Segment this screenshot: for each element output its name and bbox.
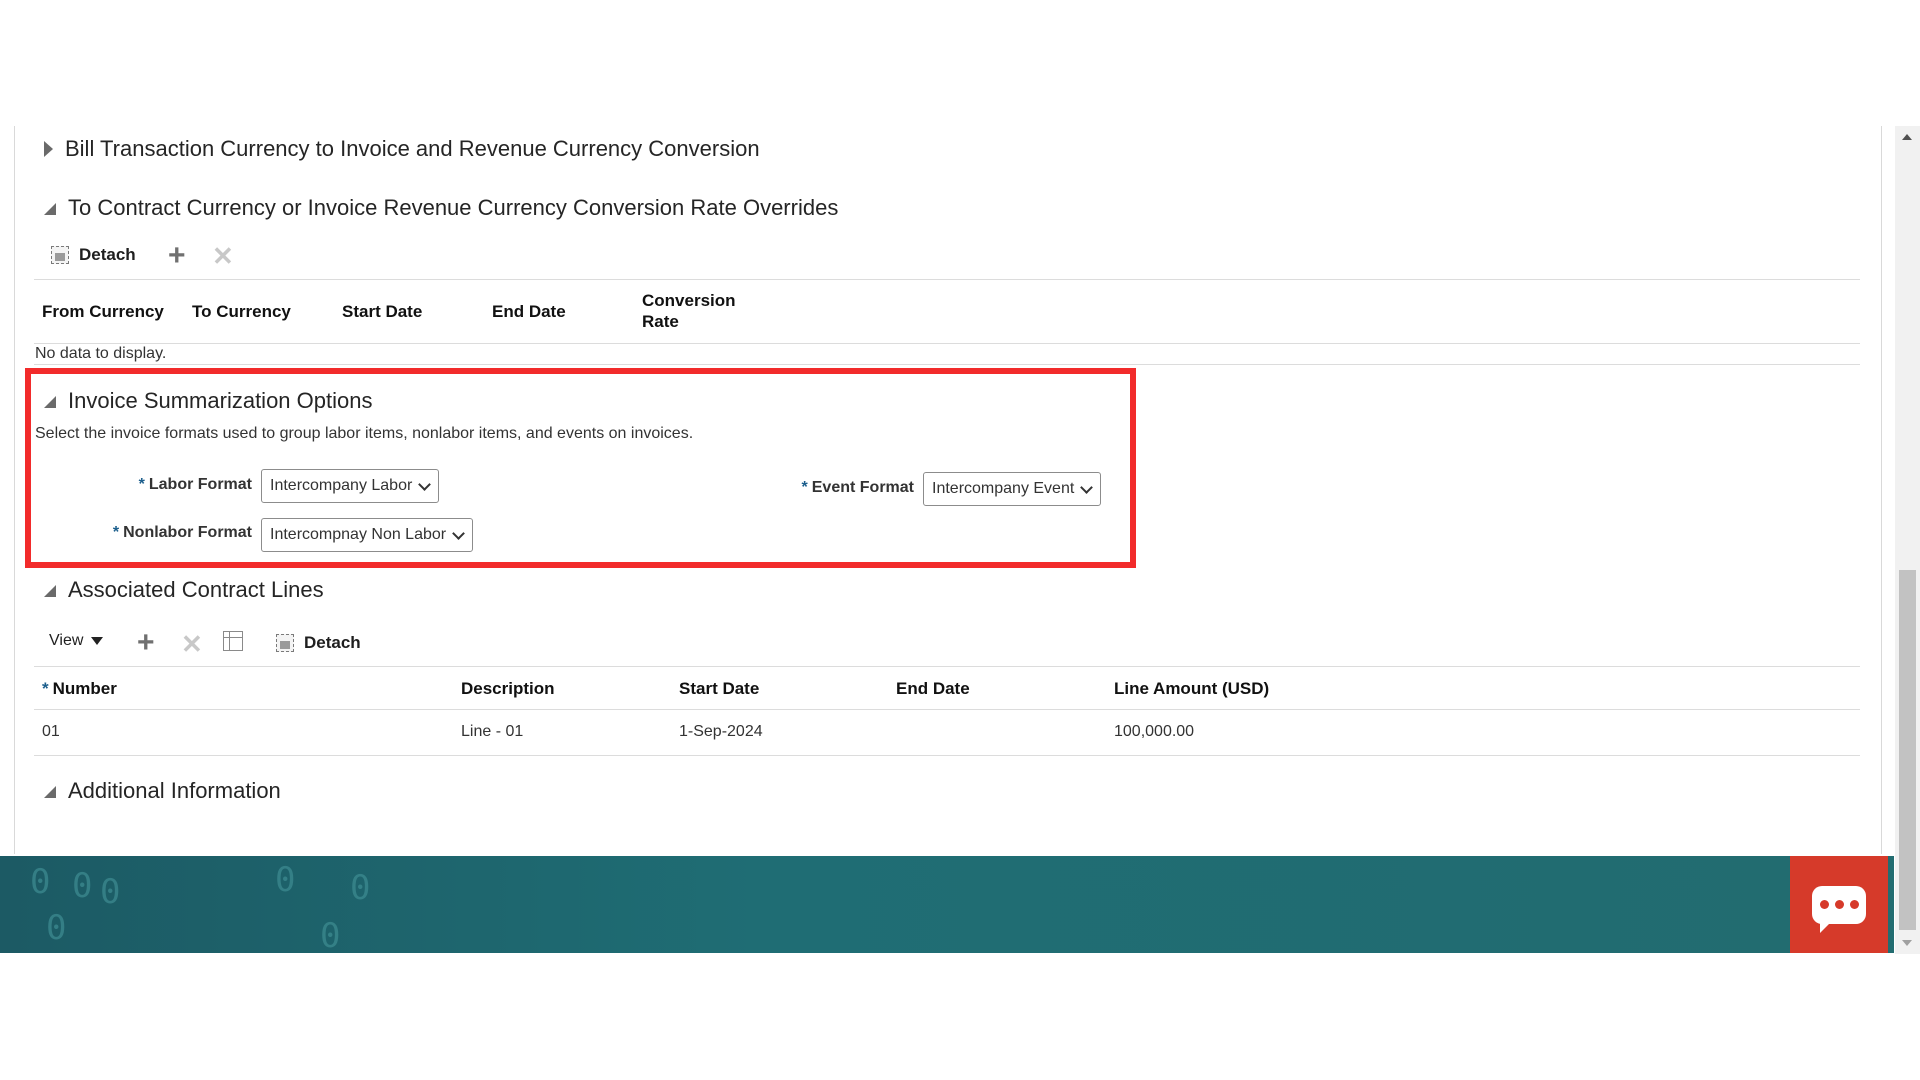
detach-button[interactable]: Detach: [276, 633, 361, 653]
required-marker: *: [42, 679, 49, 698]
chat-button[interactable]: [1790, 856, 1888, 953]
divider: [34, 343, 1860, 344]
empty-table-message: No data to display.: [35, 345, 167, 362]
caret-down-icon: [91, 637, 104, 645]
scroll-up-icon[interactable]: [1902, 134, 1912, 140]
column-end-date[interactable]: End Date: [492, 301, 566, 322]
divider: [34, 666, 1860, 667]
section-rate-overrides-header[interactable]: To Contract Currency or Invoice Revenue …: [44, 195, 838, 221]
decor: 0: [350, 868, 371, 908]
collapse-down-icon[interactable]: [44, 203, 56, 215]
detach-icon: [51, 246, 69, 264]
section-title: To Contract Currency or Invoice Revenue …: [68, 195, 839, 220]
decor: 0: [30, 862, 51, 902]
column-conversion-rate[interactable]: Conversion Rate: [642, 290, 736, 332]
decor: 0: [72, 866, 93, 906]
column-label: Number: [52, 679, 117, 698]
column-end-date[interactable]: End Date: [896, 678, 970, 699]
column-number[interactable]: * Number: [42, 678, 117, 699]
column-description[interactable]: Description: [461, 678, 555, 699]
divider: [34, 364, 1860, 365]
decor: 0: [100, 872, 121, 912]
section-title: Bill Transaction Currency to Invoice and…: [65, 136, 760, 161]
column-label-line: Conversion: [642, 291, 736, 310]
scroll-down-icon[interactable]: [1902, 940, 1912, 946]
collapse-down-icon[interactable]: [44, 786, 56, 798]
column-line-amount[interactable]: Line Amount (USD): [1114, 678, 1269, 699]
cell-description: Line - 01: [461, 723, 524, 740]
divider: [34, 709, 1860, 710]
cell-number: 01: [42, 723, 60, 740]
decor: 0: [320, 916, 341, 953]
delete-icon[interactable]: ✕: [181, 631, 203, 657]
column-from-currency[interactable]: From Currency: [42, 301, 164, 322]
highlight-box: [25, 368, 1136, 568]
view-label: View: [49, 632, 84, 649]
detach-label: Detach: [304, 633, 361, 652]
view-menu[interactable]: View: [49, 632, 104, 650]
divider: [34, 279, 1860, 280]
add-icon[interactable]: +: [137, 628, 155, 658]
detach-button[interactable]: Detach: [51, 245, 136, 265]
section-associated-lines-header[interactable]: Associated Contract Lines: [44, 577, 324, 603]
cell-line-amount: 100,000.00: [1114, 723, 1195, 740]
chat-icon: [1812, 885, 1866, 933]
detach-icon: [276, 634, 294, 652]
column-label-line: Rate: [642, 312, 679, 331]
detach-label: Detach: [79, 245, 136, 264]
column-to-currency[interactable]: To Currency: [192, 301, 291, 322]
decor: 0: [275, 860, 296, 900]
section-additional-info-header[interactable]: Additional Information: [44, 778, 281, 804]
decor: 0: [46, 908, 67, 948]
divider: [34, 755, 1860, 756]
column-start-date[interactable]: Start Date: [342, 301, 422, 322]
scroll-thumb[interactable]: [1899, 570, 1916, 930]
freeze-icon[interactable]: [223, 631, 243, 651]
section-title: Associated Contract Lines: [68, 577, 324, 602]
column-start-date[interactable]: Start Date: [679, 678, 759, 699]
delete-icon[interactable]: ✕: [212, 243, 234, 269]
expand-right-icon[interactable]: [44, 141, 53, 157]
section-bill-conversion-header[interactable]: Bill Transaction Currency to Invoice and…: [44, 136, 760, 162]
section-title: Additional Information: [68, 778, 281, 803]
vertical-scrollbar[interactable]: [1895, 126, 1920, 954]
footer-banner: 0 0 0 0 0 0 0: [0, 856, 1894, 953]
add-icon[interactable]: +: [168, 241, 186, 271]
cell-start-date: 1-Sep-2024: [679, 723, 763, 740]
collapse-down-icon[interactable]: [44, 585, 56, 597]
